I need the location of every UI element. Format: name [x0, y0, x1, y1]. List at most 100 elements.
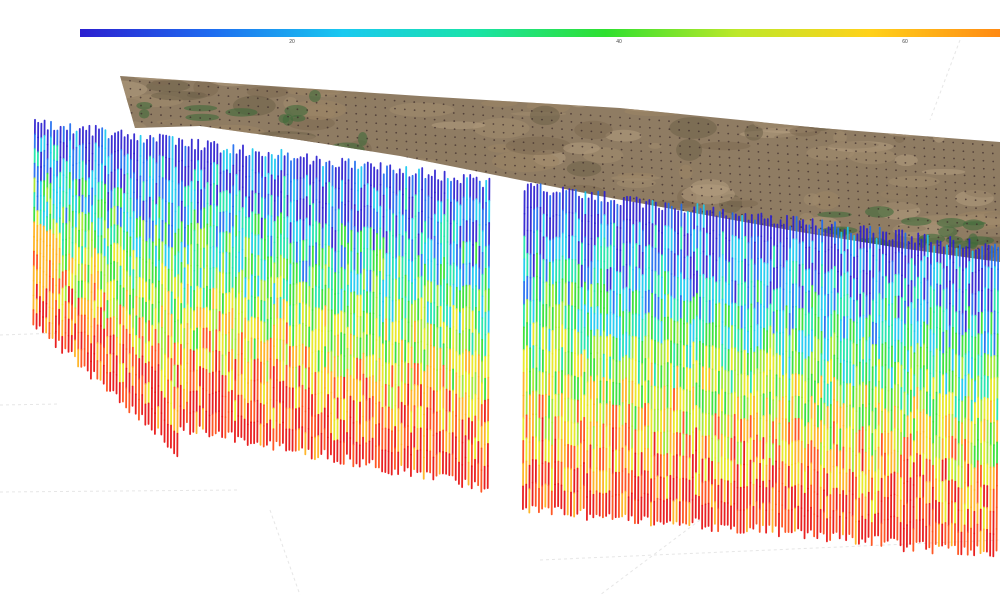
sample-point — [286, 107, 289, 110]
sample-point — [817, 179, 820, 182]
sample-point — [698, 138, 701, 141]
sample-point — [237, 103, 240, 106]
sample-point — [956, 221, 959, 224]
terrain-texture — [505, 136, 572, 155]
terrain-texture — [926, 104, 975, 118]
sample-point — [865, 167, 868, 169]
sample-point — [787, 169, 790, 172]
sample-point — [590, 122, 592, 125]
sample-point — [199, 125, 202, 127]
sample-point — [435, 150, 438, 153]
sample-point — [257, 105, 260, 108]
sample-point — [296, 108, 299, 111]
terrain-texture — [890, 115, 906, 127]
sample-point — [610, 131, 612, 134]
sample-point — [483, 130, 485, 133]
sample-point — [659, 151, 662, 154]
sample-point — [572, 153, 574, 155]
sample-point — [975, 223, 978, 226]
terrain-texture — [924, 80, 967, 97]
sample-point — [543, 158, 545, 161]
sample-point — [131, 128, 134, 130]
sample-point — [432, 102, 435, 105]
sample-point — [305, 93, 308, 95]
sample-point — [553, 175, 556, 178]
sample-point — [386, 147, 389, 149]
sample-point — [719, 180, 722, 182]
sample-point — [767, 151, 770, 154]
sample-point — [444, 143, 447, 146]
sample-point — [678, 137, 681, 139]
terrain-texture — [651, 67, 692, 75]
sample-point — [806, 146, 808, 149]
sample-point — [944, 172, 946, 175]
sample-point — [981, 143, 984, 146]
terrain-texture — [932, 123, 946, 143]
sample-point — [395, 139, 398, 142]
sample-point — [276, 98, 279, 101]
sample-point — [512, 140, 515, 143]
sample-point — [446, 175, 449, 178]
sample-point — [671, 184, 674, 187]
sample-point — [158, 90, 161, 92]
sample-point — [325, 102, 328, 105]
sample-point — [396, 147, 398, 150]
sample-point — [582, 161, 585, 164]
sample-point — [785, 129, 788, 131]
sample-point — [356, 128, 358, 131]
sample-point — [170, 122, 173, 125]
sample-point — [972, 159, 975, 161]
terrain-texture — [708, 82, 729, 98]
sample-point — [904, 170, 907, 172]
sample-point — [886, 200, 889, 203]
sample-point — [219, 126, 222, 129]
sample-point — [189, 124, 192, 127]
sample-point — [414, 117, 416, 120]
sample-point — [866, 183, 869, 185]
sample-point — [217, 86, 220, 89]
sample-point — [641, 166, 643, 169]
sample-point — [768, 175, 771, 178]
sample-point — [140, 112, 143, 115]
sample-point — [819, 211, 821, 214]
sample-point — [325, 110, 328, 113]
sample-point — [982, 159, 985, 162]
sample-point — [815, 147, 818, 150]
sample-point — [825, 140, 828, 142]
sample-point — [621, 172, 624, 175]
sample-point — [619, 124, 622, 127]
sample-point — [495, 179, 498, 182]
terrain-texture — [885, 125, 924, 137]
sample-point — [915, 194, 918, 197]
sample-point — [454, 136, 456, 139]
sample-point — [766, 143, 769, 146]
sample-point — [550, 119, 553, 122]
sample-point — [945, 205, 948, 207]
terrain-texture — [624, 106, 685, 117]
sample-point — [414, 133, 417, 136]
sample-point — [325, 94, 327, 97]
sample-point — [511, 116, 514, 119]
sample-point — [779, 200, 782, 203]
terrain-texture — [768, 92, 818, 97]
sample-point — [739, 189, 742, 192]
sample-point — [795, 129, 798, 132]
sample-point — [138, 80, 141, 83]
sample-point — [707, 131, 710, 134]
sample-point — [728, 156, 731, 159]
sample-point — [720, 188, 723, 190]
sample-point — [864, 143, 867, 145]
sample-point — [965, 214, 968, 217]
sample-point — [758, 167, 761, 169]
sample-point — [700, 178, 703, 181]
sample-point — [668, 128, 671, 131]
sample-point — [277, 114, 280, 117]
sample-point — [896, 193, 899, 196]
sample-point — [209, 117, 211, 120]
sample-point — [334, 95, 337, 98]
sample-point — [356, 136, 359, 139]
sample-point — [632, 189, 635, 192]
sample-point — [376, 138, 378, 141]
sample-point — [246, 88, 249, 91]
sample-point — [858, 222, 861, 225]
